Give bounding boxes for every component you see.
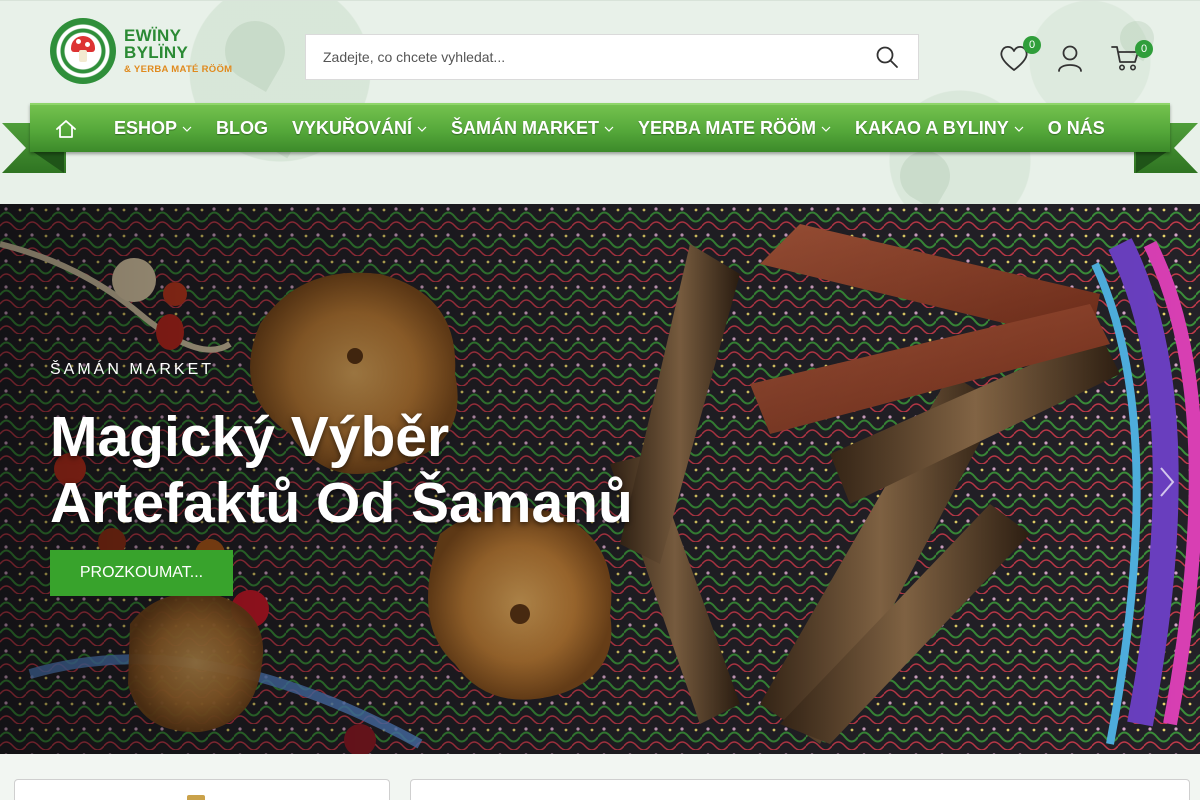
site-logo[interactable]: EWÏNY BYLÏNY & YERBA MATÉ RÖÖM <box>50 17 250 85</box>
content-card[interactable] <box>410 779 1190 800</box>
search-bar <box>305 34 919 80</box>
nav-item-label: ESHOP <box>114 118 178 138</box>
cart-button[interactable]: 0 <box>1109 40 1153 75</box>
chevron-down-icon <box>417 126 427 132</box>
nav-item-label: ŠAMÁN MARKET <box>451 118 600 138</box>
hero-eyebrow: ŠAMÁN MARKET <box>50 361 215 378</box>
hero-slider: ŠAMÁN MARKET Magický Výběr Artefaktů Od … <box>0 204 1200 754</box>
search-icon <box>876 46 898 68</box>
cart-count-badge: 0 <box>1135 40 1153 58</box>
logo-subtitle: & YERBA MATÉ RÖÖM <box>124 64 233 76</box>
user-icon <box>1058 45 1082 72</box>
nav-item-label: O NÁS <box>1047 118 1105 138</box>
header-herb-decoration <box>890 141 960 211</box>
chevron-down-icon <box>604 126 614 132</box>
nav-item-vykurovani[interactable]: VYKUŘOVÁNÍ <box>280 105 439 152</box>
nav-item-label: KAKAO A BYLINY <box>855 118 1009 138</box>
nav-item-label: YERBA MATE RÖÖM <box>638 118 817 138</box>
nav-item-label: VYKUŘOVÁNÍ <box>292 118 413 138</box>
chevron-down-icon <box>821 126 831 132</box>
hero-title-line: Magický Výběr <box>50 405 450 469</box>
logo-name: EWÏNY BYLÏNY <box>124 26 189 63</box>
chevron-down-icon <box>1014 126 1024 132</box>
hero-title-line: Artefaktů Od Šamanů <box>50 471 633 535</box>
chevron-right-icon <box>1160 467 1175 497</box>
main-nav: ESHOP BLOG VYKUŘOVÁNÍ ŠAMÁN MARKET YERBA… <box>30 103 1170 152</box>
wishlist-button[interactable]: 0 <box>997 36 1041 75</box>
nav-item-yerba-mate-room[interactable]: YERBA MATE RÖÖM <box>626 105 843 152</box>
search-button[interactable] <box>856 35 918 79</box>
search-input[interactable] <box>306 35 856 79</box>
nav-item-eshop[interactable]: ESHOP <box>102 105 204 152</box>
nav-item-label: BLOG <box>216 118 269 138</box>
nav-item-saman-market[interactable]: ŠAMÁN MARKET <box>439 105 626 152</box>
chevron-down-icon <box>182 126 192 132</box>
logo-mushroom-icon <box>50 18 116 84</box>
nav-item-blog[interactable]: BLOG <box>204 105 280 152</box>
site-header: EWÏNY BYLÏNY & YERBA MATÉ RÖÖM 0 <box>0 0 1200 211</box>
home-icon <box>56 119 76 138</box>
hero-explore-button[interactable]: PROZKOUMAT... <box>50 550 233 596</box>
nav-item-kakao-a-byliny[interactable]: KAKAO A BYLINY <box>843 105 1036 152</box>
content-preview-area <box>0 754 1200 800</box>
nav-item-o-nas[interactable]: O NÁS <box>1036 105 1117 152</box>
slider-next-button[interactable] <box>1152 462 1182 502</box>
nav-home-button[interactable] <box>30 105 102 152</box>
product-thumbnail <box>187 795 205 800</box>
hero-title: Magický Výběr Artefaktů Od Šamanů <box>50 404 690 536</box>
product-card[interactable] <box>14 779 390 800</box>
account-button[interactable] <box>1053 41 1087 75</box>
wishlist-count-badge: 0 <box>1023 36 1041 54</box>
